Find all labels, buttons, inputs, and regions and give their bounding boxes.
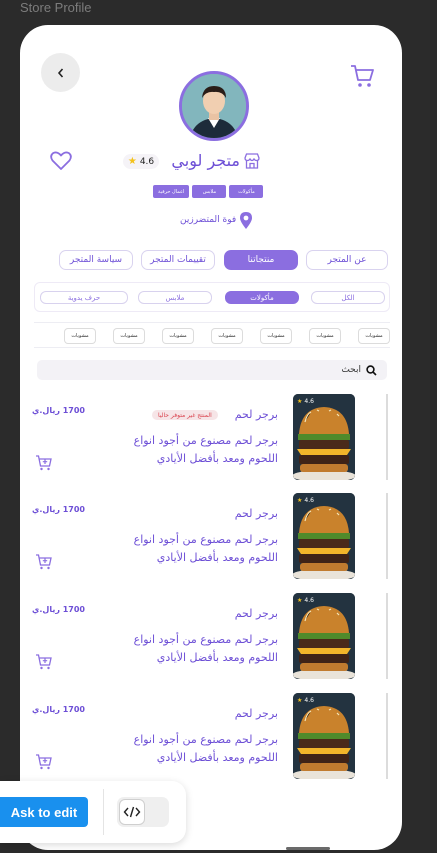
- code-toggle[interactable]: [117, 797, 169, 827]
- product-rating: ★ 4.6: [297, 398, 314, 405]
- product-name: برجر لحم: [234, 607, 278, 620]
- product-divider: [386, 493, 388, 579]
- product-card[interactable]: ★ 4.6 برجر لحم المنتج غير متوفر حاليا برج…: [20, 394, 402, 484]
- tab-store-policy[interactable]: سياسة المتجر: [59, 250, 133, 270]
- category-handcrafts[interactable]: حرف يدوية: [40, 291, 128, 304]
- subcategory-chip[interactable]: مشويات: [163, 329, 193, 343]
- cart-icon[interactable]: [350, 63, 374, 89]
- store-tags: اعمال حرفية ملابس مأكولات: [153, 185, 264, 198]
- tag-food: مأكولات: [229, 185, 264, 198]
- subcategory-chip[interactable]: مشويات: [261, 329, 291, 343]
- product-card[interactable]: ★ 4.6 برجر لحم برجر لحم مصنوع من أجود انو…: [20, 493, 402, 583]
- add-to-cart-icon[interactable]: [35, 653, 52, 670]
- product-divider: [386, 394, 388, 480]
- store-location: فوة المتضرزين: [180, 209, 264, 231]
- product-name: برجر لحم: [234, 707, 278, 720]
- subcategory-chip[interactable]: مشويات: [310, 329, 340, 343]
- product-image: ★ 4.6: [293, 394, 355, 480]
- store-rating-badge: ★ 4.6: [123, 154, 159, 169]
- product-price: 1700 ريال.ي: [32, 406, 85, 415]
- product-description: برجر لحم مصنوع من أجود انواع اللحوم ومعد…: [133, 733, 278, 764]
- product-price: 1700 ريال.ي: [32, 505, 85, 514]
- product-image: ★ 4.6: [293, 693, 355, 779]
- add-to-cart-icon[interactable]: [35, 753, 52, 770]
- search-input[interactable]: [301, 365, 361, 375]
- location-text: فوة المتضرزين: [180, 215, 237, 225]
- subcategory-chip[interactable]: مشويات: [65, 329, 95, 343]
- add-to-cart-icon[interactable]: [35, 454, 52, 471]
- add-to-cart-icon[interactable]: [35, 553, 52, 570]
- heart-icon[interactable]: [50, 151, 72, 171]
- product-rating-value: 4.6: [304, 497, 314, 504]
- store-avatar: [179, 71, 249, 141]
- code-icon: [123, 806, 141, 818]
- code-button[interactable]: [119, 799, 145, 825]
- phone-frame: ★ 4.6 متجر لوبي اعمال حرفية ملابس مأكولا…: [20, 25, 402, 850]
- toolbar-divider: [103, 789, 104, 835]
- category-clothes[interactable]: ملابس: [138, 291, 212, 304]
- product-price: 1700 ريال.ي: [32, 605, 85, 614]
- product-image: ★ 4.6: [293, 593, 355, 679]
- product-rating: ★ 4.6: [297, 497, 314, 504]
- store-name: متجر لوبي: [171, 151, 240, 170]
- chevron-left-icon: [57, 67, 63, 78]
- subcategory-chip[interactable]: مشويات: [212, 329, 242, 343]
- product-rating-value: 4.6: [304, 597, 314, 604]
- product-description: برجر لحم مصنوع من أجود انواع اللحوم ومعد…: [133, 434, 278, 465]
- tag-crafts: اعمال حرفية: [153, 185, 190, 198]
- search-icon[interactable]: [366, 364, 377, 376]
- product-name: برجر لحم: [234, 408, 278, 421]
- tab-store-reviews[interactable]: تقييمات المتجر: [141, 250, 215, 270]
- subcategory-chips: مشويات مشويات مشويات مشويات مشويات مشويا…: [34, 322, 390, 348]
- product-price: 1700 ريال.ي: [32, 705, 85, 714]
- product-card[interactable]: ★ 4.6 برجر لحم برجر لحم مصنوع من أجود انو…: [20, 593, 402, 683]
- main-tabs: عن المتجر منتجاتنا تقييمات المتجر سياسة …: [58, 250, 388, 270]
- tab-about-store[interactable]: عن المتجر: [306, 250, 388, 270]
- tab-our-products[interactable]: منتجاتنا: [224, 250, 298, 270]
- product-rating: ★ 4.6: [297, 597, 314, 604]
- star-icon: ★: [127, 156, 137, 167]
- subcategory-chip[interactable]: مشويات: [359, 329, 389, 343]
- product-divider: [386, 593, 388, 679]
- search-bar: [37, 360, 387, 380]
- star-icon: ★: [297, 597, 303, 604]
- out-of-stock-badge: المنتج غير متوفر حاليا: [152, 410, 218, 420]
- product-description: برجر لحم مصنوع من أجود انواع اللحوم ومعد…: [133, 633, 278, 664]
- product-divider: [386, 693, 388, 779]
- store-rating-value: 4.6: [139, 156, 155, 167]
- product-description: برجر لحم مصنوع من أجود انواع اللحوم ومعد…: [133, 533, 278, 564]
- product-name: برجر لحم: [234, 507, 278, 520]
- product-rating-value: 4.6: [304, 697, 314, 704]
- star-icon: ★: [297, 398, 303, 405]
- category-food[interactable]: مأكولات: [225, 291, 299, 304]
- subcategory-chip[interactable]: مشويات: [114, 329, 144, 343]
- canvas-title: Store Profile: [20, 0, 92, 15]
- product-card[interactable]: ★ 4.6 برجر لحم برجر لحم مصنوع من أجود انو…: [20, 693, 402, 783]
- ask-to-edit-button[interactable]: Ask to edit: [0, 797, 88, 827]
- category-tabs: الكل مأكولات ملابس حرف يدوية: [34, 282, 390, 312]
- star-icon: ★: [297, 697, 303, 704]
- product-image: ★ 4.6: [293, 493, 355, 579]
- back-button[interactable]: [41, 53, 80, 92]
- category-all[interactable]: الكل: [311, 291, 385, 304]
- edit-toolbar: Ask to edit: [0, 781, 186, 843]
- home-indicator: [286, 847, 330, 850]
- location-pin-icon: [240, 211, 253, 229]
- product-rating: ★ 4.6: [297, 697, 314, 704]
- product-rating-value: 4.6: [304, 398, 314, 405]
- tag-clothes: ملابس: [192, 185, 227, 198]
- star-icon: ★: [297, 497, 303, 504]
- storefront-icon: [244, 153, 260, 169]
